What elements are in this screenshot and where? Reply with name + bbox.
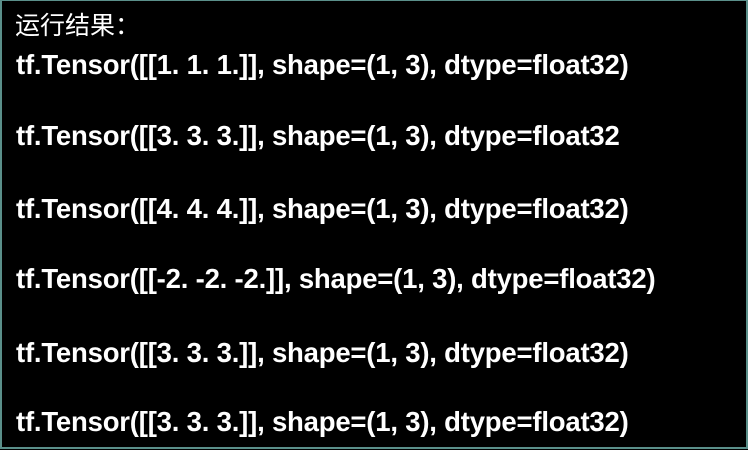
output-line-5: tf.Tensor([[3. 3. 3.]], shape=(1, 3), dt… — [16, 337, 629, 368]
output-line-4: tf.Tensor([[-2. -2. -2.]], shape=(1, 3),… — [16, 263, 656, 294]
output-line-6: tf.Tensor([[3. 3. 3.]], shape=(1, 3), dt… — [16, 406, 629, 437]
output-line-1: tf.Tensor([[1. 1. 1.]], shape=(1, 3), dt… — [16, 49, 629, 80]
output-line-2: tf.Tensor([[3. 3. 3.]], shape=(1, 3), dt… — [16, 120, 620, 151]
output-line-3: tf.Tensor([[4. 4. 4.]], shape=(1, 3), dt… — [16, 193, 629, 224]
console-output-panel: 运行结果： tf.Tensor([[1. 1. 1.]], shape=(1, … — [0, 0, 748, 449]
result-heading: 运行结果： — [15, 11, 141, 40]
